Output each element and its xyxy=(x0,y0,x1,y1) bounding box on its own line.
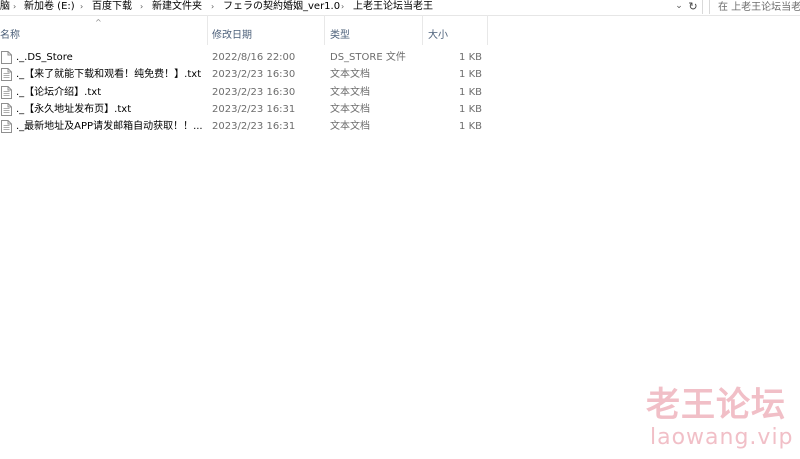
file-type: 文本文档 xyxy=(330,121,370,133)
column-header-row: 名称 ^ 修改日期 类型 大小 xyxy=(0,15,800,45)
search-input[interactable] xyxy=(718,0,800,14)
address-bar-row: 脑 › 新加卷 (E:) › 百度下载 › 新建文件夹 › フェラの契約婚姻_v… xyxy=(0,0,800,16)
column-header-date[interactable]: 修改日期 xyxy=(208,15,325,45)
file-type: DS_STORE 文件 xyxy=(330,52,406,63)
column-header-size-label: 大小 xyxy=(428,30,448,41)
file-size: 1 KB xyxy=(459,103,482,115)
file-date: 2022/8/16 22:00 xyxy=(212,52,296,63)
breadcrumb-computer[interactable]: 脑 xyxy=(0,0,10,14)
file-type: 文本文档 xyxy=(330,69,370,81)
file-name: ._最新地址及APP请发邮箱自动获取！！... xyxy=(16,121,202,133)
text-file-icon xyxy=(0,84,14,101)
chevron-down-icon[interactable]: ⌄ xyxy=(673,0,685,14)
chevron-right-icon[interactable]: › xyxy=(80,0,83,14)
column-header-type[interactable]: 类型 xyxy=(325,15,423,45)
blank-file-icon xyxy=(0,49,14,66)
breadcrumb-baidu-download[interactable]: 百度下载 xyxy=(92,0,132,14)
watermark-en: laowang.vip xyxy=(650,425,794,450)
watermark-cn: 老王论坛 xyxy=(646,385,786,425)
sort-ascending-icon: ^ xyxy=(95,18,102,27)
column-header-type-label: 类型 xyxy=(330,30,350,41)
refresh-icon[interactable]: ↻ xyxy=(686,0,700,14)
chevron-right-icon[interactable]: › xyxy=(341,0,344,14)
breadcrumb-game-folder[interactable]: フェラの契約婚姻_ver1.0 xyxy=(223,0,340,14)
file-row[interactable]: ._【论坛介绍】.txt 2023/2/23 16:30 文本文档 1 KB xyxy=(0,84,800,101)
column-header-date-label: 修改日期 xyxy=(212,30,252,41)
file-list: ._.DS_Store 2022/8/16 22:00 DS_STORE 文件 … xyxy=(0,49,800,135)
file-date: 2023/2/23 16:31 xyxy=(212,121,296,133)
chevron-right-icon[interactable]: › xyxy=(13,0,16,14)
file-size: 1 KB xyxy=(459,69,482,81)
breadcrumb-new-folder[interactable]: 新建文件夹 xyxy=(152,0,202,14)
column-header-name-label: 名称 xyxy=(0,30,20,41)
breadcrumb-current-folder[interactable]: 上老王论坛当老王 xyxy=(353,0,433,14)
file-row[interactable]: ._【永久地址发布页】.txt 2023/2/23 16:31 文本文档 1 K… xyxy=(0,101,800,118)
file-type: 文本文档 xyxy=(330,103,370,115)
file-size: 1 KB xyxy=(459,52,482,63)
file-date: 2023/2/23 16:31 xyxy=(212,103,296,115)
file-row[interactable]: ._.DS_Store 2022/8/16 22:00 DS_STORE 文件 … xyxy=(0,49,800,66)
text-file-icon xyxy=(0,101,14,118)
file-date: 2023/2/23 16:30 xyxy=(212,86,296,98)
file-row[interactable]: ._最新地址及APP请发邮箱自动获取！！... 2023/2/23 16:31 … xyxy=(0,118,800,135)
watermark: 老王论坛 laowang.vip xyxy=(640,386,800,456)
file-name: ._【来了就能下载和观看！纯免费！】.txt xyxy=(16,69,202,81)
file-row[interactable]: ._【来了就能下载和观看！纯免费！】.txt 2023/2/23 16:30 文… xyxy=(0,66,800,83)
file-size: 1 KB xyxy=(459,121,482,133)
search-box[interactable] xyxy=(709,0,800,14)
column-header-name[interactable]: 名称 ^ xyxy=(0,15,208,45)
text-file-icon xyxy=(0,118,14,135)
file-size: 1 KB xyxy=(459,86,482,98)
breadcrumb-drive[interactable]: 新加卷 (E:) xyxy=(24,0,75,14)
address-bar[interactable]: 脑 › 新加卷 (E:) › 百度下载 › 新建文件夹 › フェラの契約婚姻_v… xyxy=(0,0,703,14)
file-date: 2023/2/23 16:30 xyxy=(212,69,296,81)
text-file-icon xyxy=(0,66,14,83)
chevron-right-icon[interactable]: › xyxy=(140,0,143,14)
file-name: ._.DS_Store xyxy=(16,52,73,63)
file-name: ._【论坛介绍】.txt xyxy=(16,86,102,98)
file-name: ._【永久地址发布页】.txt xyxy=(16,103,132,115)
chevron-right-icon[interactable]: › xyxy=(211,0,214,14)
file-type: 文本文档 xyxy=(330,86,370,98)
column-header-size[interactable]: 大小 xyxy=(423,15,488,45)
